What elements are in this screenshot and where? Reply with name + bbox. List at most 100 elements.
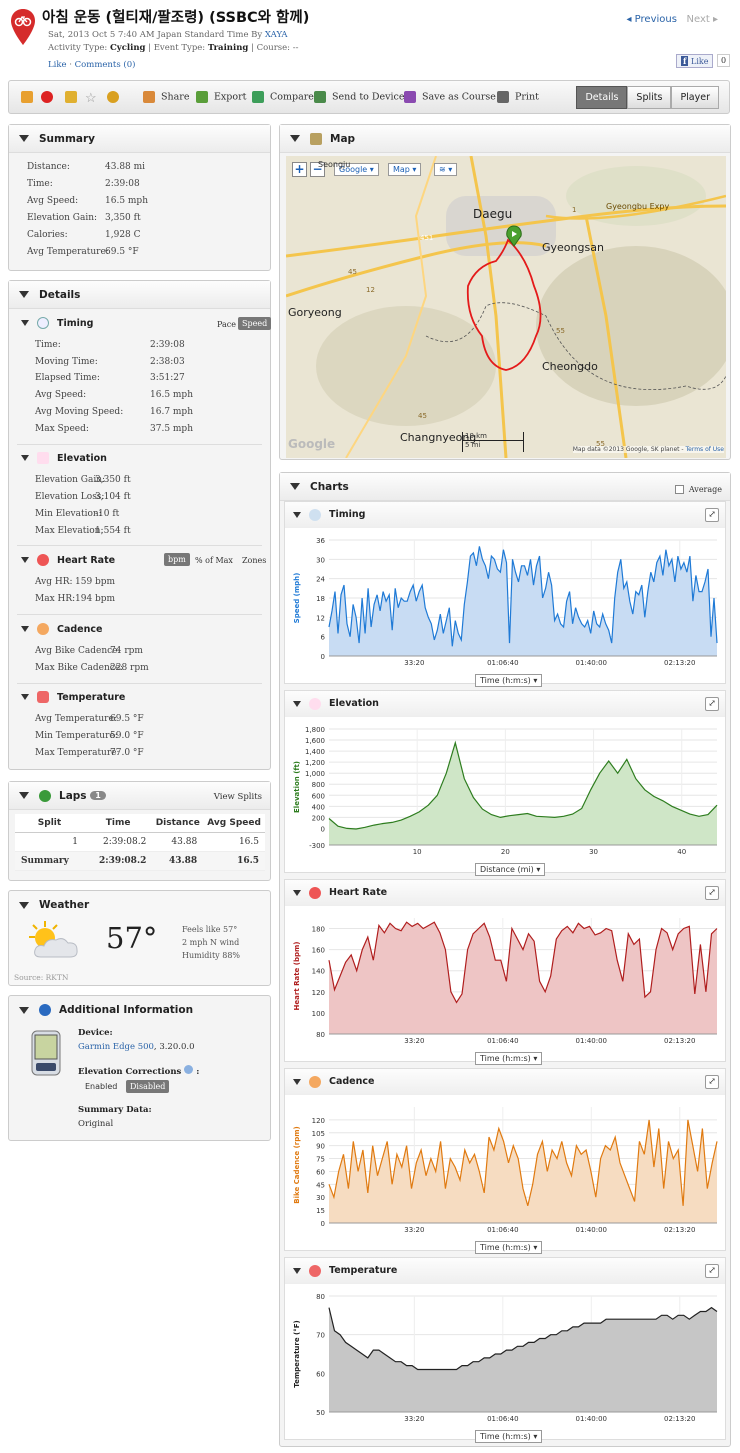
stat-value: 2:39:08 [150, 340, 185, 350]
x-axis-select[interactable]: Time (h:m:s) ▾ [475, 1241, 543, 1254]
average-toggle[interactable]: Average [674, 485, 722, 494]
chart-header[interactable]: Temperature [285, 1258, 725, 1284]
x-axis-select[interactable]: Time (h:m:s) ▾ [475, 1052, 543, 1065]
percent-max-toggle[interactable]: % of Max [191, 554, 237, 567]
y-tick-label: 1,400 [305, 748, 325, 756]
tab-splits[interactable]: Splits [627, 86, 672, 109]
heart-rate-section-header[interactable]: Heart Rate [21, 554, 115, 566]
help-icon[interactable] [184, 1065, 194, 1074]
map-label-cheongdo: Cheongdo [542, 360, 598, 373]
details-header[interactable]: Details [9, 281, 270, 309]
export-button[interactable]: Export [196, 91, 246, 103]
average-checkbox[interactable] [674, 485, 684, 494]
comments-link[interactable]: Comments (0) [75, 60, 136, 70]
previous-link[interactable]: ◂ Previous [626, 14, 676, 25]
collapse-icon [19, 1006, 29, 1014]
expand-icon[interactable]: ⤢ [705, 1264, 719, 1278]
sun-cloud-icon [29, 921, 78, 958]
map-label-expressway: Gyeongbu Expy [606, 202, 670, 211]
chart-timing: Timing ⤢ 0 6 12 18 24 30 36 33:20 01:06:40 01:40:00… [284, 501, 726, 687]
delete-icon[interactable] [41, 91, 59, 103]
y-tick-label: 1,800 [305, 726, 325, 734]
x-tick-label: 33:20 [404, 1415, 424, 1423]
send-to-device-button[interactable]: Send to Device [314, 91, 405, 103]
zones-toggle[interactable]: Zones [238, 554, 270, 567]
elevation-section-header[interactable]: Elevation [21, 452, 107, 464]
stat-value: 1,554 ft [95, 526, 131, 536]
x-axis-select[interactable]: Time (h:m:s) ▾ [475, 1430, 543, 1443]
next-link[interactable]: Next ▸ [687, 14, 719, 25]
print-button[interactable]: Print [497, 91, 539, 103]
collapse-icon [290, 483, 300, 490]
collapse-icon [19, 291, 29, 298]
expand-icon[interactable]: ⤢ [705, 697, 719, 711]
summary-row: Summary 2:39:08.2 43.88 16.5 [15, 851, 265, 871]
y-tick-label: 6 [321, 634, 326, 642]
x-axis-select[interactable]: Distance (mi) ▾ [475, 863, 546, 876]
y-tick-label: 120 [312, 989, 325, 997]
x-tick-label: 40 [677, 848, 686, 856]
device-link[interactable]: Garmin Edge 500 [78, 1042, 154, 1052]
x-tick-label: 33:20 [404, 659, 424, 667]
map-layers-button[interactable]: ≋ ▾ [434, 163, 458, 176]
y-tick-label: 0 [321, 825, 325, 833]
x-axis-select[interactable]: Time (h:m:s) ▾ [475, 674, 543, 687]
speed-toggle[interactable]: Speed [238, 317, 272, 330]
timing-section-header[interactable]: Timing [21, 317, 93, 329]
chart-header[interactable]: Heart Rate [285, 880, 725, 906]
stat-label: Time: [27, 179, 53, 189]
collapse-icon [293, 511, 301, 518]
svg-text:55: 55 [556, 327, 565, 335]
x-tick-label: 01:06:40 [487, 1415, 518, 1423]
author-link[interactable]: XAYA [265, 30, 288, 40]
zoom-in-icon[interactable]: + [292, 162, 307, 177]
x-tick-label: 20 [501, 848, 510, 856]
lock-icon[interactable] [65, 91, 83, 103]
stat-label: Avg Temperature: [27, 247, 109, 257]
edit-icon[interactable] [21, 91, 39, 103]
chart-elevation: Elevation ⤢ -300 0 200 400 600 800 1,000 1,200 1,4… [284, 690, 726, 876]
activity-pin-icon [11, 9, 35, 45]
y-tick-label: 30 [316, 1194, 325, 1202]
y-axis-label: Elevation (ft) [293, 761, 301, 813]
elevation-corrections-disabled[interactable]: Disabled [126, 1080, 170, 1093]
chart-header[interactable]: Elevation [285, 691, 725, 717]
chart-header[interactable]: Cadence [285, 1069, 725, 1095]
map-canvas[interactable]: 451 12 45 55 45 1 55 + − Google ▾ Map ▾ ≋ ▾ Da… [286, 156, 726, 458]
stat-label: Avg HR: [35, 577, 73, 587]
expand-icon[interactable]: ⤢ [705, 1075, 719, 1089]
person-icon[interactable] [107, 91, 125, 103]
elevation-corrections-enabled[interactable]: Enabled [81, 1080, 121, 1093]
tab-details[interactable]: Details [576, 86, 628, 109]
tab-player[interactable]: Player [671, 86, 719, 109]
star-icon[interactable]: ☆ [85, 91, 97, 106]
summary-header[interactable]: Summary [9, 125, 270, 153]
terms-link[interactable]: Terms of Use [686, 446, 724, 453]
stat-value: 69.5 °F [105, 247, 139, 257]
cadence-section-header[interactable]: Cadence [21, 623, 102, 635]
x-tick-label: 01:40:00 [576, 1415, 607, 1423]
svg-text:1: 1 [572, 206, 576, 214]
facebook-like-button[interactable]: f Like [676, 54, 714, 68]
compare-button[interactable]: Compare [252, 91, 314, 103]
temperature-section-header[interactable]: Temperature [21, 691, 125, 703]
bpm-toggle[interactable]: bpm [164, 553, 190, 566]
pace-toggle[interactable]: Pace [213, 318, 240, 331]
expand-icon[interactable]: ⤢ [705, 886, 719, 900]
view-splits-link[interactable]: View Splits [214, 792, 262, 802]
map-type-select[interactable]: Map ▾ [388, 163, 422, 176]
like-link[interactable]: Like [48, 60, 67, 70]
additional-header[interactable]: Additional Information [9, 996, 270, 1024]
stat-label: Elapsed Time: [35, 373, 100, 384]
save-as-course-button[interactable]: Save as Course [404, 91, 496, 103]
charts-header[interactable]: Charts [280, 473, 730, 501]
stat-label: Calories: [27, 230, 68, 240]
stat-value: 77.0 °F [110, 748, 144, 758]
share-button[interactable]: Share [143, 91, 189, 103]
weather-header[interactable]: Weather [19, 899, 89, 911]
toolbar: ☆ Share Export Compare Send to Device Sa… [8, 80, 730, 114]
map-header[interactable]: Map [280, 125, 730, 153]
chart-header[interactable]: Timing [285, 502, 725, 528]
facebook-like-count: 0 [717, 54, 731, 67]
expand-icon[interactable]: ⤢ [705, 508, 719, 522]
